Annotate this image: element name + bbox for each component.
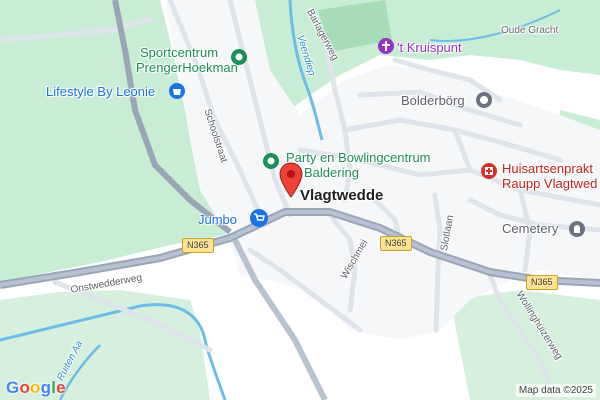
map-data-credit[interactable]: Map data ©2025 [515,384,596,397]
sportcentrum-label-line1[interactable]: Sportcentrum [140,46,218,59]
map-canvas[interactable]: Sportcentrum PrengerHoekman Lifestyle By… [0,0,600,400]
huisarts-label-line1[interactable]: Huisartsenprakt [502,162,593,175]
landmark-icon[interactable] [475,91,493,114]
cemetery-label[interactable]: Cemetery [502,222,558,235]
town-label: Vlagtwedde [300,187,384,204]
shopping-cart-icon[interactable] [249,208,269,233]
google-logo[interactable]: Google [6,378,66,398]
church-icon[interactable] [377,37,395,60]
n365-shield-east: N365 [526,275,558,290]
location-pin-icon[interactable] [278,162,304,203]
sportcentrum-label-line2[interactable]: PrengerHoekman [136,61,238,74]
shopping-icon[interactable] [168,82,186,105]
party-label-line1[interactable]: Party en Bowlingcentrum [286,151,431,164]
jumbo-label[interactable]: Jumbo [198,213,237,226]
google-logo-text: Google [6,378,66,397]
cemetery-icon[interactable] [568,220,586,243]
sport-icon[interactable] [230,48,248,71]
oude-gracht-label: Oude Gracht [501,25,559,36]
lifestyle-label[interactable]: Lifestyle By Leonie [46,85,155,98]
n365-shield-center: N365 [380,236,412,251]
medical-icon[interactable] [480,162,498,185]
party-label-line2[interactable]: Baldering [304,166,359,179]
kruispunt-label[interactable]: 't Kruispunt [397,41,462,54]
n365-shield-west: N365 [182,238,214,253]
bolderborg-label[interactable]: Bolderbörg [401,94,465,107]
huisarts-label-line2[interactable]: Raupp Vlagtwed [502,177,597,190]
